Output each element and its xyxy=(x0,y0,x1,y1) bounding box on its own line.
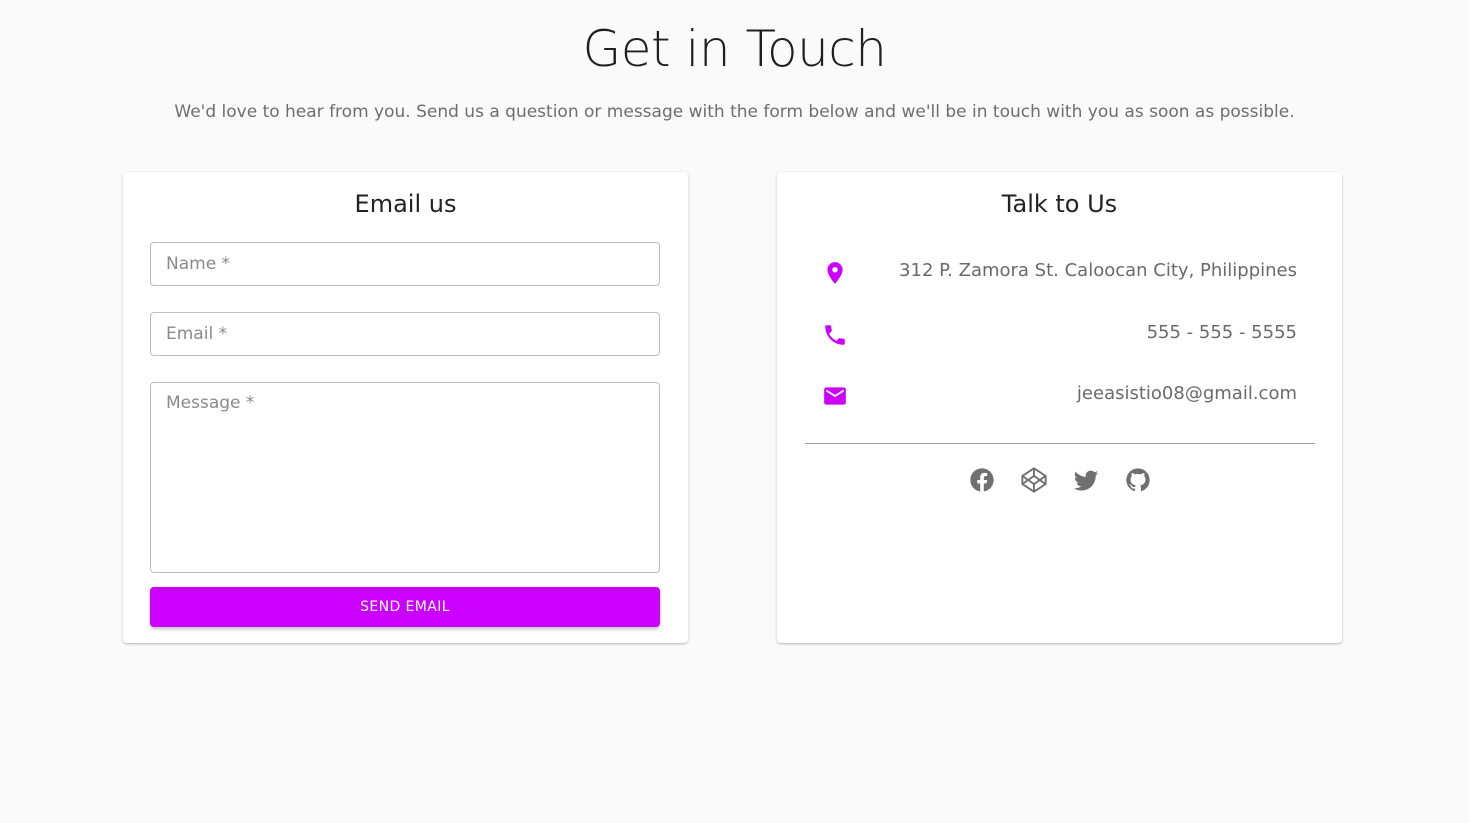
talk-to-us-card: Talk to Us 312 P. Zamora St. Caloocan Ci… xyxy=(777,172,1342,643)
codepen-icon[interactable] xyxy=(1020,466,1048,494)
contact-page: Get in Touch We'd love to hear from you.… xyxy=(0,0,1469,823)
contact-phone-row: 555 - 555 - 5555 xyxy=(822,319,1297,349)
contact-email-row: jeeasistio08@gmail.com xyxy=(822,380,1297,410)
page-subtitle: We'd love to hear from you. Send us a qu… xyxy=(174,102,1295,122)
twitter-icon[interactable] xyxy=(1072,466,1100,494)
contact-address-row: 312 P. Zamora St. Caloocan City, Philipp… xyxy=(822,257,1297,287)
send-email-button[interactable]: SEND EMAIL xyxy=(150,587,660,627)
message-textarea[interactable] xyxy=(150,382,660,573)
phone-text: 555 - 555 - 5555 xyxy=(1146,322,1297,343)
mail-icon xyxy=(822,383,848,409)
talk-card-title: Talk to Us xyxy=(1001,190,1118,218)
email-us-card: Email us SEND EMAIL xyxy=(123,172,688,643)
social-links xyxy=(777,466,1342,494)
page-title: Get in Touch xyxy=(582,20,888,78)
email-text: jeeasistio08@gmail.com xyxy=(1076,383,1297,404)
address-text: 312 P. Zamora St. Caloocan City, Philipp… xyxy=(899,260,1297,281)
name-input[interactable] xyxy=(150,242,660,286)
location-pin-icon xyxy=(822,260,848,286)
phone-icon xyxy=(822,322,848,348)
facebook-icon[interactable] xyxy=(968,466,996,494)
github-icon[interactable] xyxy=(1124,466,1152,494)
email-card-title: Email us xyxy=(354,190,457,218)
email-input[interactable] xyxy=(150,312,660,356)
divider xyxy=(805,443,1315,444)
